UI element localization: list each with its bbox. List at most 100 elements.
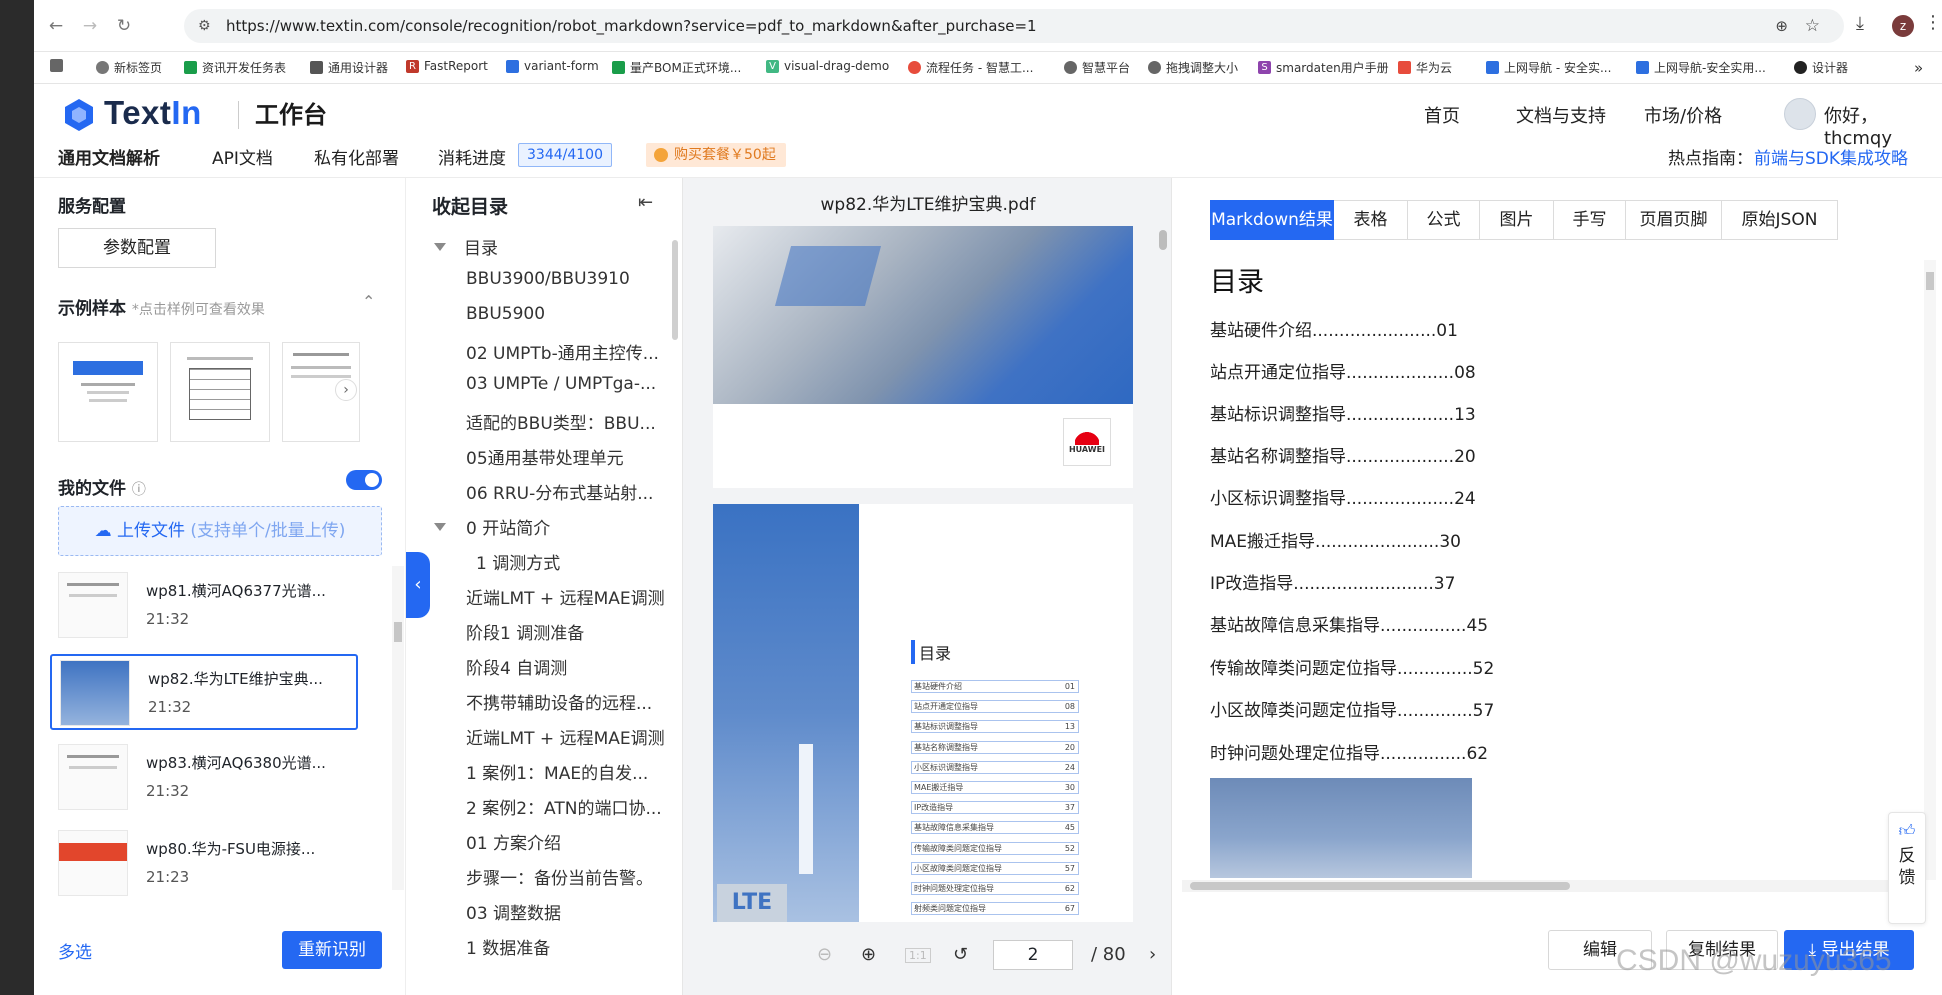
info-icon[interactable]: ⓘ	[132, 482, 146, 498]
pdf-toc-row: 时钟问题处理定位指导 62	[911, 882, 1079, 895]
back-icon[interactable]: ←	[44, 14, 68, 38]
bookmark-item[interactable]: 上网导航 - 安全实...	[1486, 59, 1611, 76]
file-item[interactable]: wp81.横河AQ6377光谱... 21:32	[50, 568, 358, 644]
buy-package-button[interactable]: 购买套餐￥50起	[646, 143, 786, 167]
tab-table[interactable]: 表格	[1334, 200, 1408, 240]
page-number-input[interactable]: 2	[993, 940, 1073, 970]
hot-guide-link[interactable]: 前端与SDK集成攻略	[1754, 144, 1908, 169]
re-recognize-button[interactable]: 重新识别	[282, 931, 382, 969]
more-bookmarks-icon[interactable]: »	[1914, 59, 1923, 77]
toc-item[interactable]: 步骤一：备份当前告警。	[430, 864, 670, 889]
toc-item[interactable]: 不携带辅助设备的远程...	[430, 689, 670, 714]
download-icon[interactable]: ⤓	[1856, 13, 1864, 34]
toc-item[interactable]: 目录	[430, 234, 670, 259]
tab-image[interactable]: 图片	[1480, 200, 1554, 240]
nav-home[interactable]: 首页	[1424, 102, 1460, 128]
file-item[interactable]: wp80.华为-FSU电源接... 21:23	[50, 826, 358, 902]
forward-icon[interactable]: →	[78, 14, 102, 38]
file-list-scrollbar[interactable]	[392, 566, 404, 890]
result-vscrollbar[interactable]	[1924, 260, 1936, 880]
toc-item[interactable]: 阶段4 自调测	[430, 654, 670, 679]
profile-avatar[interactable]: z	[1892, 15, 1914, 37]
feedback-button[interactable]: 👍︎ 反馈	[1888, 812, 1926, 924]
multi-select-link[interactable]: 多选	[58, 938, 92, 963]
bookmark-item[interactable]: Ssmardaten用户手册	[1258, 59, 1389, 76]
address-bar[interactable]: ⚙ https://www.textin.com/console/recogni…	[184, 9, 1844, 43]
reload-icon[interactable]: ↻	[112, 14, 136, 38]
toc-item[interactable]: 06 RRU-分布式基站射...	[430, 479, 670, 504]
collapse-samples-icon[interactable]: ⌃	[362, 292, 375, 311]
upload-button[interactable]: ☁ 上传文件 (支持单个/批量上传)	[58, 506, 382, 556]
fold-toc-icon[interactable]: ⇤	[638, 192, 653, 213]
toc-item[interactable]: 03 UMPTe / UMPTga-...	[430, 374, 670, 394]
toc-scrollbar[interactable]	[672, 240, 678, 340]
toc-item[interactable]: 近端LMT + 远程MAE调测	[430, 584, 670, 609]
param-config-button[interactable]: 参数配置	[58, 228, 216, 268]
bookmark-item[interactable]: 量产BOM正式环境...	[612, 59, 741, 76]
toc-item[interactable]: 适配的BBU类型：BBU...	[430, 409, 670, 434]
user-greeting[interactable]: 你好，thcmqy	[1824, 102, 1942, 149]
next-page-icon[interactable]: ›	[1149, 944, 1156, 965]
site-settings-icon[interactable]: ⚙	[198, 9, 211, 43]
bookmark-item[interactable]: 通用设计器	[310, 59, 388, 76]
file-thumb	[58, 830, 128, 896]
toc-item[interactable]: BBU5900	[430, 304, 670, 324]
toc-item[interactable]: 1 数据准备	[430, 934, 670, 959]
nav-docs[interactable]: 文档与支持	[1516, 102, 1606, 128]
toc-item[interactable]: 阶段1 调测准备	[430, 619, 670, 644]
sample-thumb[interactable]: ›	[282, 342, 360, 442]
toc-item[interactable]: 01 方案介绍	[430, 829, 670, 854]
toc-item[interactable]: 1 案例1：MAE的自发...	[430, 759, 670, 784]
tab-formula[interactable]: 公式	[1408, 200, 1480, 240]
fit-page-icon[interactable]: 1:1	[905, 948, 931, 963]
subnav-api-docs[interactable]: API文档	[212, 144, 273, 169]
menu-icon[interactable]: ⋮	[1924, 12, 1942, 33]
zoom-in-icon[interactable]: ⊕	[861, 944, 876, 965]
file-item-selected[interactable]: wp82.华为LTE维护宝典... 21:32	[50, 654, 358, 730]
toc-item[interactable]: 1 调测方式	[430, 549, 670, 574]
sample-thumb[interactable]	[58, 342, 158, 442]
tab-raw-json[interactable]: 原始JSON	[1722, 200, 1838, 240]
logo-text[interactable]: TextIn	[104, 94, 202, 132]
toc-item[interactable]: 0 开站简介	[430, 514, 670, 539]
file-thumb	[60, 660, 130, 726]
samples-title: 示例样本 *点击样例可查看效果	[58, 299, 265, 319]
bookmark-item[interactable]: variant-form	[506, 59, 599, 73]
collapse-left-panel-icon[interactable]: ‹	[406, 552, 430, 618]
bookmark-star-icon[interactable]: ☆	[1805, 9, 1820, 43]
bookmark-item[interactable]: 流程任务 - 智慧工...	[908, 59, 1033, 76]
bookmark-item[interactable]: 智慧平台	[1064, 59, 1130, 76]
pdf-scrollbar[interactable]	[1159, 230, 1167, 250]
sample-thumb[interactable]	[170, 342, 270, 442]
toc-item[interactable]: 02 UMPTb-通用主控传...	[430, 339, 670, 364]
result-hscrollbar[interactable]	[1182, 880, 1924, 892]
rotate-icon[interactable]: ↺	[953, 944, 968, 965]
next-sample-icon[interactable]: ›	[335, 379, 357, 401]
bookmark-item[interactable]: 上网导航-安全实用...	[1636, 59, 1766, 76]
nav-market[interactable]: 市场/价格	[1644, 102, 1722, 128]
bookmark-item[interactable]: 新标签页	[96, 59, 162, 76]
file-item[interactable]: wp83.横河AQ6380光谱... 21:32	[50, 740, 358, 816]
tab-handwriting[interactable]: 手写	[1554, 200, 1626, 240]
toc-item[interactable]: 03 调整数据	[430, 899, 670, 924]
user-avatar[interactable]	[1784, 98, 1816, 130]
tab-markdown[interactable]: Markdown结果	[1210, 200, 1334, 240]
zoom-icon[interactable]: ⊕	[1775, 9, 1788, 43]
subnav-general-parse[interactable]: 通用文档解析	[58, 144, 160, 169]
my-files-toggle[interactable]	[346, 470, 382, 490]
bookmark-item[interactable]: 资讯开发任务表	[184, 59, 286, 76]
bookmark-item[interactable]: 华为云	[1398, 59, 1452, 76]
bookmark-item[interactable]: R FastReport	[406, 59, 488, 73]
zoom-out-icon[interactable]: ⊖	[817, 944, 832, 965]
toc-item[interactable]: BBU3900/BBU3910	[430, 269, 670, 289]
subnav-private-deploy[interactable]: 私有化部署	[314, 144, 399, 169]
toc-item[interactable]: 2 案例2：ATN的端口协...	[430, 794, 670, 819]
toc-item[interactable]: 05通用基带处理单元	[430, 444, 670, 469]
bookmark-item[interactable]: Vvisual-drag-demo	[766, 59, 889, 73]
toc-title[interactable]: 收起目录	[432, 192, 508, 219]
bookmark-item[interactable]: 拖拽调整大小	[1148, 59, 1238, 76]
toc-item[interactable]: 近端LMT + 远程MAE调测	[430, 724, 670, 749]
apps-icon[interactable]	[50, 59, 68, 72]
bookmark-item[interactable]: 设计器	[1794, 59, 1848, 76]
tab-header-footer[interactable]: 页眉页脚	[1626, 200, 1722, 240]
